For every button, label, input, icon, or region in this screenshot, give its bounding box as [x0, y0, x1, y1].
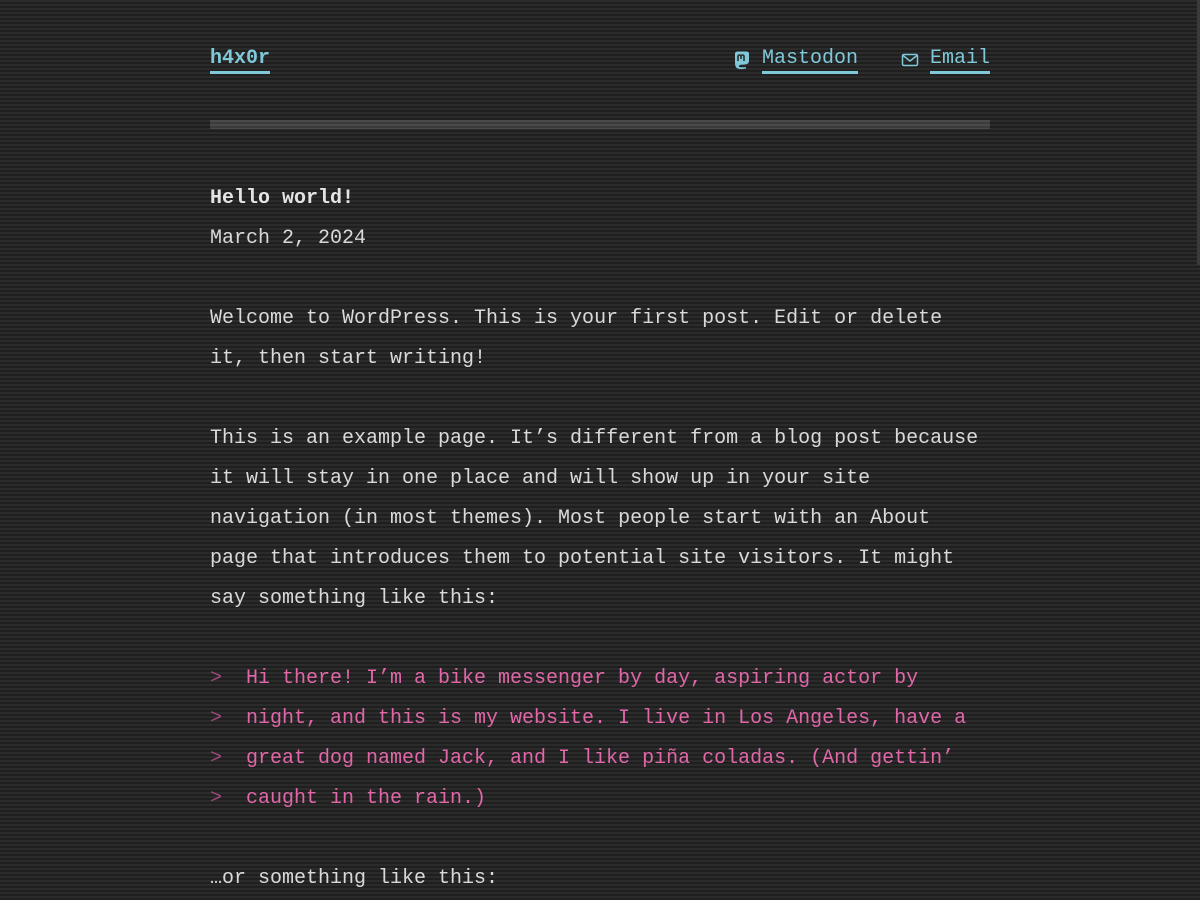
- post-paragraph-1: Welcome to WordPress. This is your first…: [210, 307, 943, 370]
- header-divider: [210, 120, 990, 129]
- post-paragraph-3: …or something like this:: [210, 867, 499, 890]
- post-title: Hello world!: [210, 187, 355, 210]
- quote-marker: >: [210, 707, 223, 730]
- quote-text: caught in the rain.): [246, 787, 487, 810]
- quote-text: Hi there! I’m a bike messenger by day, a…: [246, 667, 919, 690]
- quote-marker: >: [210, 667, 223, 690]
- quote-line: > night, and this is my website. I live …: [210, 699, 990, 739]
- site-title-link[interactable]: h4x0r: [210, 47, 271, 74]
- site-header: h4x0r Mastodon Email: [210, 40, 990, 80]
- page-container: h4x0r Mastodon Email Hello world! March …: [210, 40, 990, 899]
- quote-text: night, and this is my website. I live in…: [246, 707, 967, 730]
- social-item-mastodon: Mastodon: [732, 47, 858, 74]
- social-nav: Mastodon Email: [732, 47, 990, 74]
- quote-marker: >: [210, 787, 223, 810]
- social-item-email: Email: [900, 47, 990, 74]
- post: Hello world! March 2, 2024 Welcome to Wo…: [210, 179, 990, 899]
- email-link[interactable]: Email: [929, 47, 990, 74]
- mastodon-link[interactable]: Mastodon: [761, 47, 858, 74]
- mastodon-icon: [732, 50, 752, 70]
- quote-marker: >: [210, 747, 223, 770]
- quote-line: > Hi there! I’m a bike messenger by day,…: [210, 659, 990, 699]
- quote-line: > caught in the rain.): [210, 779, 990, 819]
- quote-line: > great dog named Jack, and I like piña …: [210, 739, 990, 779]
- envelope-icon: [900, 50, 920, 70]
- blockquote: > Hi there! I’m a bike messenger by day,…: [210, 659, 990, 819]
- quote-text: great dog named Jack, and I like piña co…: [246, 747, 955, 770]
- post-paragraph-2: This is an example page. It’s different …: [210, 427, 979, 610]
- post-date: March 2, 2024: [210, 227, 367, 250]
